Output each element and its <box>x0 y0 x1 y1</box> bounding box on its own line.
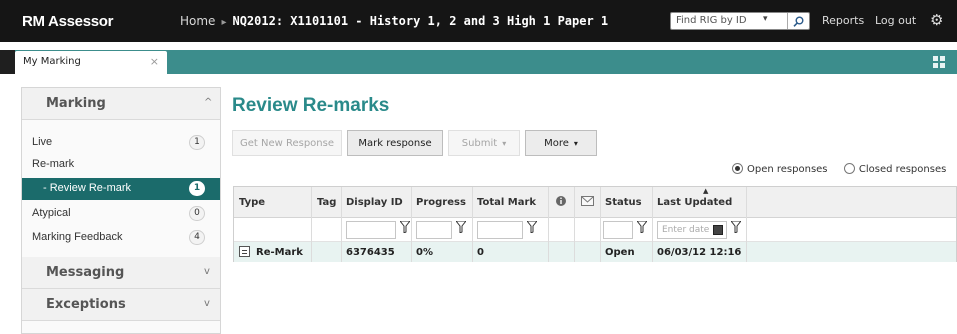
sidebar-item-label: Live <box>32 136 53 148</box>
filter-icon[interactable] <box>456 221 466 233</box>
home-link[interactable]: Home <box>180 14 215 28</box>
sort-up-icon: ▲ <box>703 187 709 195</box>
message-icon[interactable] <box>581 195 594 210</box>
chevron-down-icon: v <box>204 266 210 277</box>
display-id-filter-input[interactable] <box>346 221 396 239</box>
gear-icon[interactable]: ⚙ <box>930 11 943 29</box>
column-divider <box>652 187 653 262</box>
chevron-down-icon: v <box>204 298 210 309</box>
table-header-row: Type Tag Display ID Progress Total Mark … <box>234 187 956 218</box>
sidebar-item-re-mark[interactable]: Re-mark <box>22 154 220 176</box>
sidebar-item-label: Re-mark <box>32 158 75 170</box>
breadcrumb: Home ▸ NQ2012: X1101101 - History 1, 2 and… <box>180 14 608 28</box>
table-filter-row: Enter date <box>234 218 956 242</box>
column-header-progress[interactable]: Progress <box>416 197 466 208</box>
section-label: Marking <box>46 96 106 111</box>
column-header-tag[interactable]: Tag <box>317 197 336 208</box>
section-label: Messaging <box>46 265 125 280</box>
rig-search-placeholder: Find RIG by ID <box>676 15 747 26</box>
sidebar-item-live[interactable]: Live 1 <box>22 132 220 154</box>
sidebar-section-exceptions[interactable]: Exceptions v <box>22 289 220 321</box>
response-type-icon[interactable] <box>239 246 250 257</box>
logout-link[interactable]: Log out <box>875 14 916 27</box>
column-header-last-updated[interactable]: Last Updated <box>657 197 732 208</box>
column-divider <box>600 187 601 262</box>
sidebar-item-review-re-mark[interactable]: - Review Re-mark 1 <box>22 178 220 200</box>
sidebar-item-label: Marking Feedback <box>32 231 123 243</box>
filter-icon[interactable] <box>731 221 741 233</box>
column-divider <box>548 187 549 262</box>
response-filter: Open responses Closed responses <box>732 163 946 175</box>
page-title: Review Re-marks <box>232 95 390 116</box>
column-header-display-id[interactable]: Display ID <box>346 197 403 208</box>
top-bar: RM Assessor Home ▸ NQ2012: X1101101 - Hist… <box>0 0 957 42</box>
cell-type: Re-Mark <box>256 247 303 258</box>
more-button[interactable]: More ▾ <box>525 130 597 156</box>
cell-status: Open <box>605 247 635 258</box>
search-icon <box>793 16 804 27</box>
closed-responses-radio[interactable] <box>843 163 855 174</box>
cell-progress: 0% <box>416 247 433 258</box>
sidebar-item-atypical[interactable]: Atypical 0 <box>22 203 220 225</box>
filter-icon[interactable] <box>527 221 537 233</box>
tab-label: My Marking <box>23 56 81 67</box>
progress-filter-input[interactable] <box>416 221 452 239</box>
chevron-up-icon: ^ <box>204 97 213 108</box>
count-badge: 1 <box>189 181 205 196</box>
section-label: Exceptions <box>46 297 126 312</box>
rig-search-input[interactable]: Find RIG by ID ▾ <box>670 12 810 30</box>
table-row[interactable]: Re-Mark 6376435 0% 0 Open 06/03/12 12:16 <box>234 242 956 262</box>
column-divider <box>472 187 473 262</box>
submit-button[interactable]: Submit ▾ <box>448 130 520 156</box>
count-badge: 1 <box>189 135 205 150</box>
column-divider <box>411 187 412 262</box>
column-header-total-mark[interactable]: Total Mark <box>477 197 536 208</box>
calendar-icon[interactable] <box>713 225 723 235</box>
tab-my-marking[interactable]: My Marking × <box>15 51 167 74</box>
info-icon[interactable] <box>555 195 567 210</box>
count-badge: 4 <box>189 230 205 245</box>
sidebar-section-messaging[interactable]: Messaging v <box>22 257 220 289</box>
app-logo: RM Assessor <box>22 13 114 30</box>
sidebar-item-label: - Review Re-mark <box>43 182 132 194</box>
column-header-status[interactable]: Status <box>605 197 642 208</box>
responses-table: Type Tag Display ID Progress Total Mark … <box>233 186 957 262</box>
column-divider <box>746 187 747 262</box>
total-mark-filter-input[interactable] <box>477 221 523 239</box>
column-divider <box>341 187 342 262</box>
cell-display-id: 6376435 <box>346 247 395 258</box>
close-icon[interactable]: × <box>150 55 159 68</box>
reports-link[interactable]: Reports <box>822 14 864 27</box>
open-responses-radio[interactable] <box>732 163 743 174</box>
mark-response-button[interactable]: Mark response <box>347 130 443 156</box>
grid-icon[interactable] <box>932 55 946 69</box>
submit-label: Submit <box>461 137 498 149</box>
search-button[interactable] <box>787 13 809 29</box>
get-new-response-button[interactable]: Get New Response <box>232 130 342 156</box>
column-header-type[interactable]: Type <box>239 197 265 208</box>
column-divider <box>574 187 575 262</box>
rig-dropdown-icon[interactable]: ▾ <box>763 14 768 24</box>
filter-icon[interactable] <box>637 221 647 233</box>
count-badge: 0 <box>189 206 205 221</box>
date-filter-placeholder: Enter date <box>662 225 710 235</box>
status-filter-input[interactable] <box>603 221 633 239</box>
closed-responses-label[interactable]: Closed responses <box>859 164 946 175</box>
sidebar-item-label: Atypical <box>32 207 71 219</box>
page-context-title: NQ2012: X1101101 - History 1, 2 and 3 Hi… <box>232 14 609 28</box>
sidebar-item-marking-feedback[interactable]: Marking Feedback 4 <box>22 227 220 249</box>
chevron-down-icon: ▾ <box>573 138 578 148</box>
open-responses-label[interactable]: Open responses <box>747 164 828 175</box>
filter-icon[interactable] <box>400 221 410 233</box>
chevron-down-icon: ▾ <box>502 138 507 148</box>
cell-total-mark: 0 <box>477 247 484 258</box>
breadcrumb-separator-icon: ▸ <box>221 17 227 28</box>
sidebar: Marking ^ Live 1 Re-mark - Review Re-mar… <box>21 87 221 334</box>
column-divider <box>311 187 312 262</box>
more-label: More <box>544 137 569 149</box>
sidebar-section-marking[interactable]: Marking ^ <box>22 88 220 120</box>
cell-last-updated: 06/03/12 12:16 <box>657 247 742 258</box>
date-filter-input[interactable]: Enter date <box>657 221 727 239</box>
